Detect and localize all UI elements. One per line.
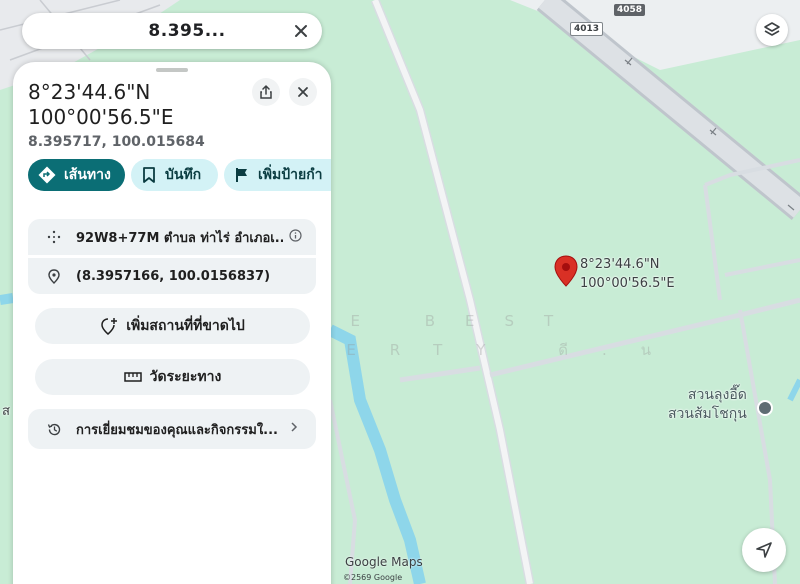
road-sign-4058: 4058 <box>614 4 646 16</box>
add-label-button[interactable]: เพิ่มป้ายกำ <box>224 159 331 191</box>
add-place-icon <box>101 318 118 335</box>
ruler-icon <box>123 372 142 382</box>
activity-row[interactable]: การเยี่ยมชมของคุณและกิจกรรมใ... <box>28 409 316 449</box>
place-title: 8°23'44.6"N 100°00'56.5"E <box>28 80 248 130</box>
flag-icon <box>236 168 247 182</box>
poi-marker-icon[interactable] <box>757 400 773 416</box>
road-sign-4013: 4013 <box>570 22 604 36</box>
poi-name-1: สวนลุงอี๊ด <box>687 387 747 403</box>
location-pin-icon[interactable] <box>554 255 578 287</box>
bookmark-icon <box>143 167 155 183</box>
title-longitude: 100°00'56.5"E <box>28 105 174 129</box>
plus-code-row[interactable]: 92W8+77M ตำบล ท่าไร่ อำเภอเ... <box>28 219 316 255</box>
clear-search-icon[interactable] <box>290 20 312 42</box>
add-missing-place-button[interactable]: เพิ่มสถานที่ที่ขาดไป <box>35 308 310 344</box>
pin-label: 8°23'44.6"N 100°00'56.5"E <box>580 255 675 293</box>
pin-label-lat: 8°23'44.6"N <box>580 257 660 272</box>
add-label-text: เพิ่มป้ายกำ <box>258 167 323 183</box>
action-chips: เส้นทาง บันทึก เพิ่มป้ายกำ <box>28 159 331 191</box>
layers-icon <box>764 22 780 36</box>
pin-label-lng: 100°00'56.5"E <box>580 276 675 291</box>
copyright-text: ©2569 Google <box>343 573 403 582</box>
info-icon[interactable] <box>289 228 302 246</box>
title-latitude: 8°23'44.6"N <box>28 80 151 104</box>
directions-button[interactable]: เส้นทาง <box>28 159 125 191</box>
measure-distance-button[interactable]: วัดระยะทาง <box>35 359 310 395</box>
search-bar[interactable]: 8.395... <box>22 13 322 49</box>
directions-icon <box>38 166 56 184</box>
save-label: บันทึก <box>165 167 202 183</box>
add-missing-place-label: เพิ่มสถานที่ที่ขาดไป <box>126 318 245 334</box>
decimal-coordinates: 8.395717, 100.015684 <box>28 134 205 150</box>
search-query[interactable]: 8.395... <box>22 21 282 41</box>
plus-code-icon <box>46 229 62 245</box>
plus-code-text: 92W8+77M ตำบล ท่าไร่ อำเภอเ... <box>76 230 283 246</box>
poi-name-2: สวนส้มโชกุน <box>668 406 747 422</box>
save-button[interactable]: บันทึก <box>131 159 218 191</box>
navigation-arrow-icon <box>756 542 772 558</box>
share-button[interactable] <box>252 78 280 106</box>
close-icon <box>298 87 308 97</box>
edge-map-label: ส <box>2 404 10 419</box>
latlng-row[interactable]: (8.3957166, 100.0156837) <box>28 258 316 294</box>
poi-label[interactable]: สวนลุงอี๊ด สวนส้มโชกุน <box>668 386 747 424</box>
latlng-text: (8.3957166, 100.0156837) <box>76 268 271 284</box>
drag-handle[interactable] <box>156 68 188 72</box>
my-location-button[interactable] <box>742 528 786 572</box>
close-panel-button[interactable] <box>289 78 317 106</box>
place-details-panel: 8°23'44.6"N 100°00'56.5"E 8.395717, 100.… <box>13 62 331 584</box>
google-maps-logo: Google Maps <box>345 555 423 569</box>
location-outline-icon <box>46 268 62 284</box>
measure-distance-label: วัดระยะทาง <box>149 369 222 385</box>
share-icon <box>260 85 272 99</box>
chevron-right-icon <box>290 421 298 437</box>
history-icon <box>46 421 62 437</box>
activity-text: การเยี่ยมชมของคุณและกิจกรรมใ... <box>76 422 278 438</box>
directions-label: เส้นทาง <box>64 167 111 183</box>
layers-button[interactable] <box>756 14 788 46</box>
